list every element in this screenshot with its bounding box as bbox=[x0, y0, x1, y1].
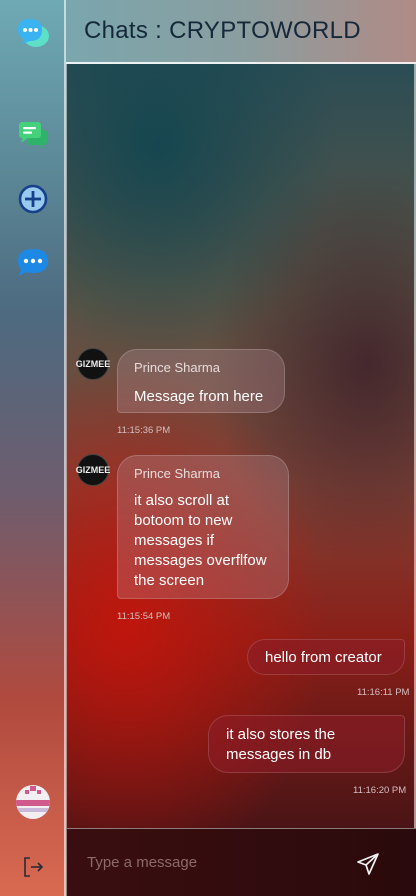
send-button[interactable] bbox=[355, 851, 381, 877]
message-bubble-incoming: Prince Sharma Message from here bbox=[117, 349, 285, 413]
message-time: 11:16:20 PM bbox=[353, 785, 407, 796]
message-line: messages overflfow bbox=[134, 552, 267, 569]
message-time: 11:15:36 PM bbox=[117, 425, 171, 436]
message-line: messages if bbox=[134, 532, 215, 549]
message-text: it also stores the messages in db bbox=[226, 725, 335, 765]
message-bubble-incoming: Prince Sharma it also scroll at botoom t… bbox=[117, 455, 289, 599]
message-line: botoom to new bbox=[134, 512, 233, 529]
new-chat-icon[interactable] bbox=[16, 182, 50, 216]
sender-avatar: GIZMEE bbox=[76, 454, 110, 486]
message-input[interactable] bbox=[87, 847, 337, 877]
message-composer bbox=[66, 828, 416, 896]
message-time: 11:15:54 PM bbox=[117, 611, 171, 622]
message-line: it also stores the bbox=[226, 726, 336, 743]
page-title: Chats : CRYPTOWORLD bbox=[84, 17, 361, 44]
message-text: hello from creator bbox=[265, 649, 382, 666]
chat-messages-area[interactable]: GIZMEE Prince Sharma Message from here 1… bbox=[66, 64, 416, 828]
logout-icon[interactable] bbox=[16, 850, 50, 884]
app-logo-chat-icon[interactable] bbox=[14, 14, 52, 52]
message-sender: Prince Sharma bbox=[134, 466, 220, 481]
send-icon bbox=[357, 853, 379, 875]
message-text: Message from here bbox=[134, 388, 264, 405]
chats-icon[interactable] bbox=[16, 118, 50, 152]
messages-icon[interactable] bbox=[16, 246, 50, 280]
sidebar bbox=[0, 0, 66, 896]
chat-header: Chats : CRYPTOWORLD bbox=[66, 0, 416, 64]
message-line: the screen bbox=[134, 572, 205, 589]
profile-avatar[interactable] bbox=[15, 784, 51, 820]
message-sender: Prince Sharma bbox=[134, 360, 220, 375]
message-line: it also scroll at bbox=[134, 492, 230, 509]
message-text: it also scroll at botoom to new messages… bbox=[134, 491, 267, 591]
message-time: 11:16:11 PM bbox=[357, 687, 410, 698]
sender-avatar: GIZMEE bbox=[76, 348, 110, 380]
message-line: messages in db bbox=[226, 746, 332, 763]
message-bubble-outgoing: it also stores the messages in db bbox=[208, 715, 405, 773]
message-bubble-outgoing: hello from creator bbox=[247, 639, 405, 675]
